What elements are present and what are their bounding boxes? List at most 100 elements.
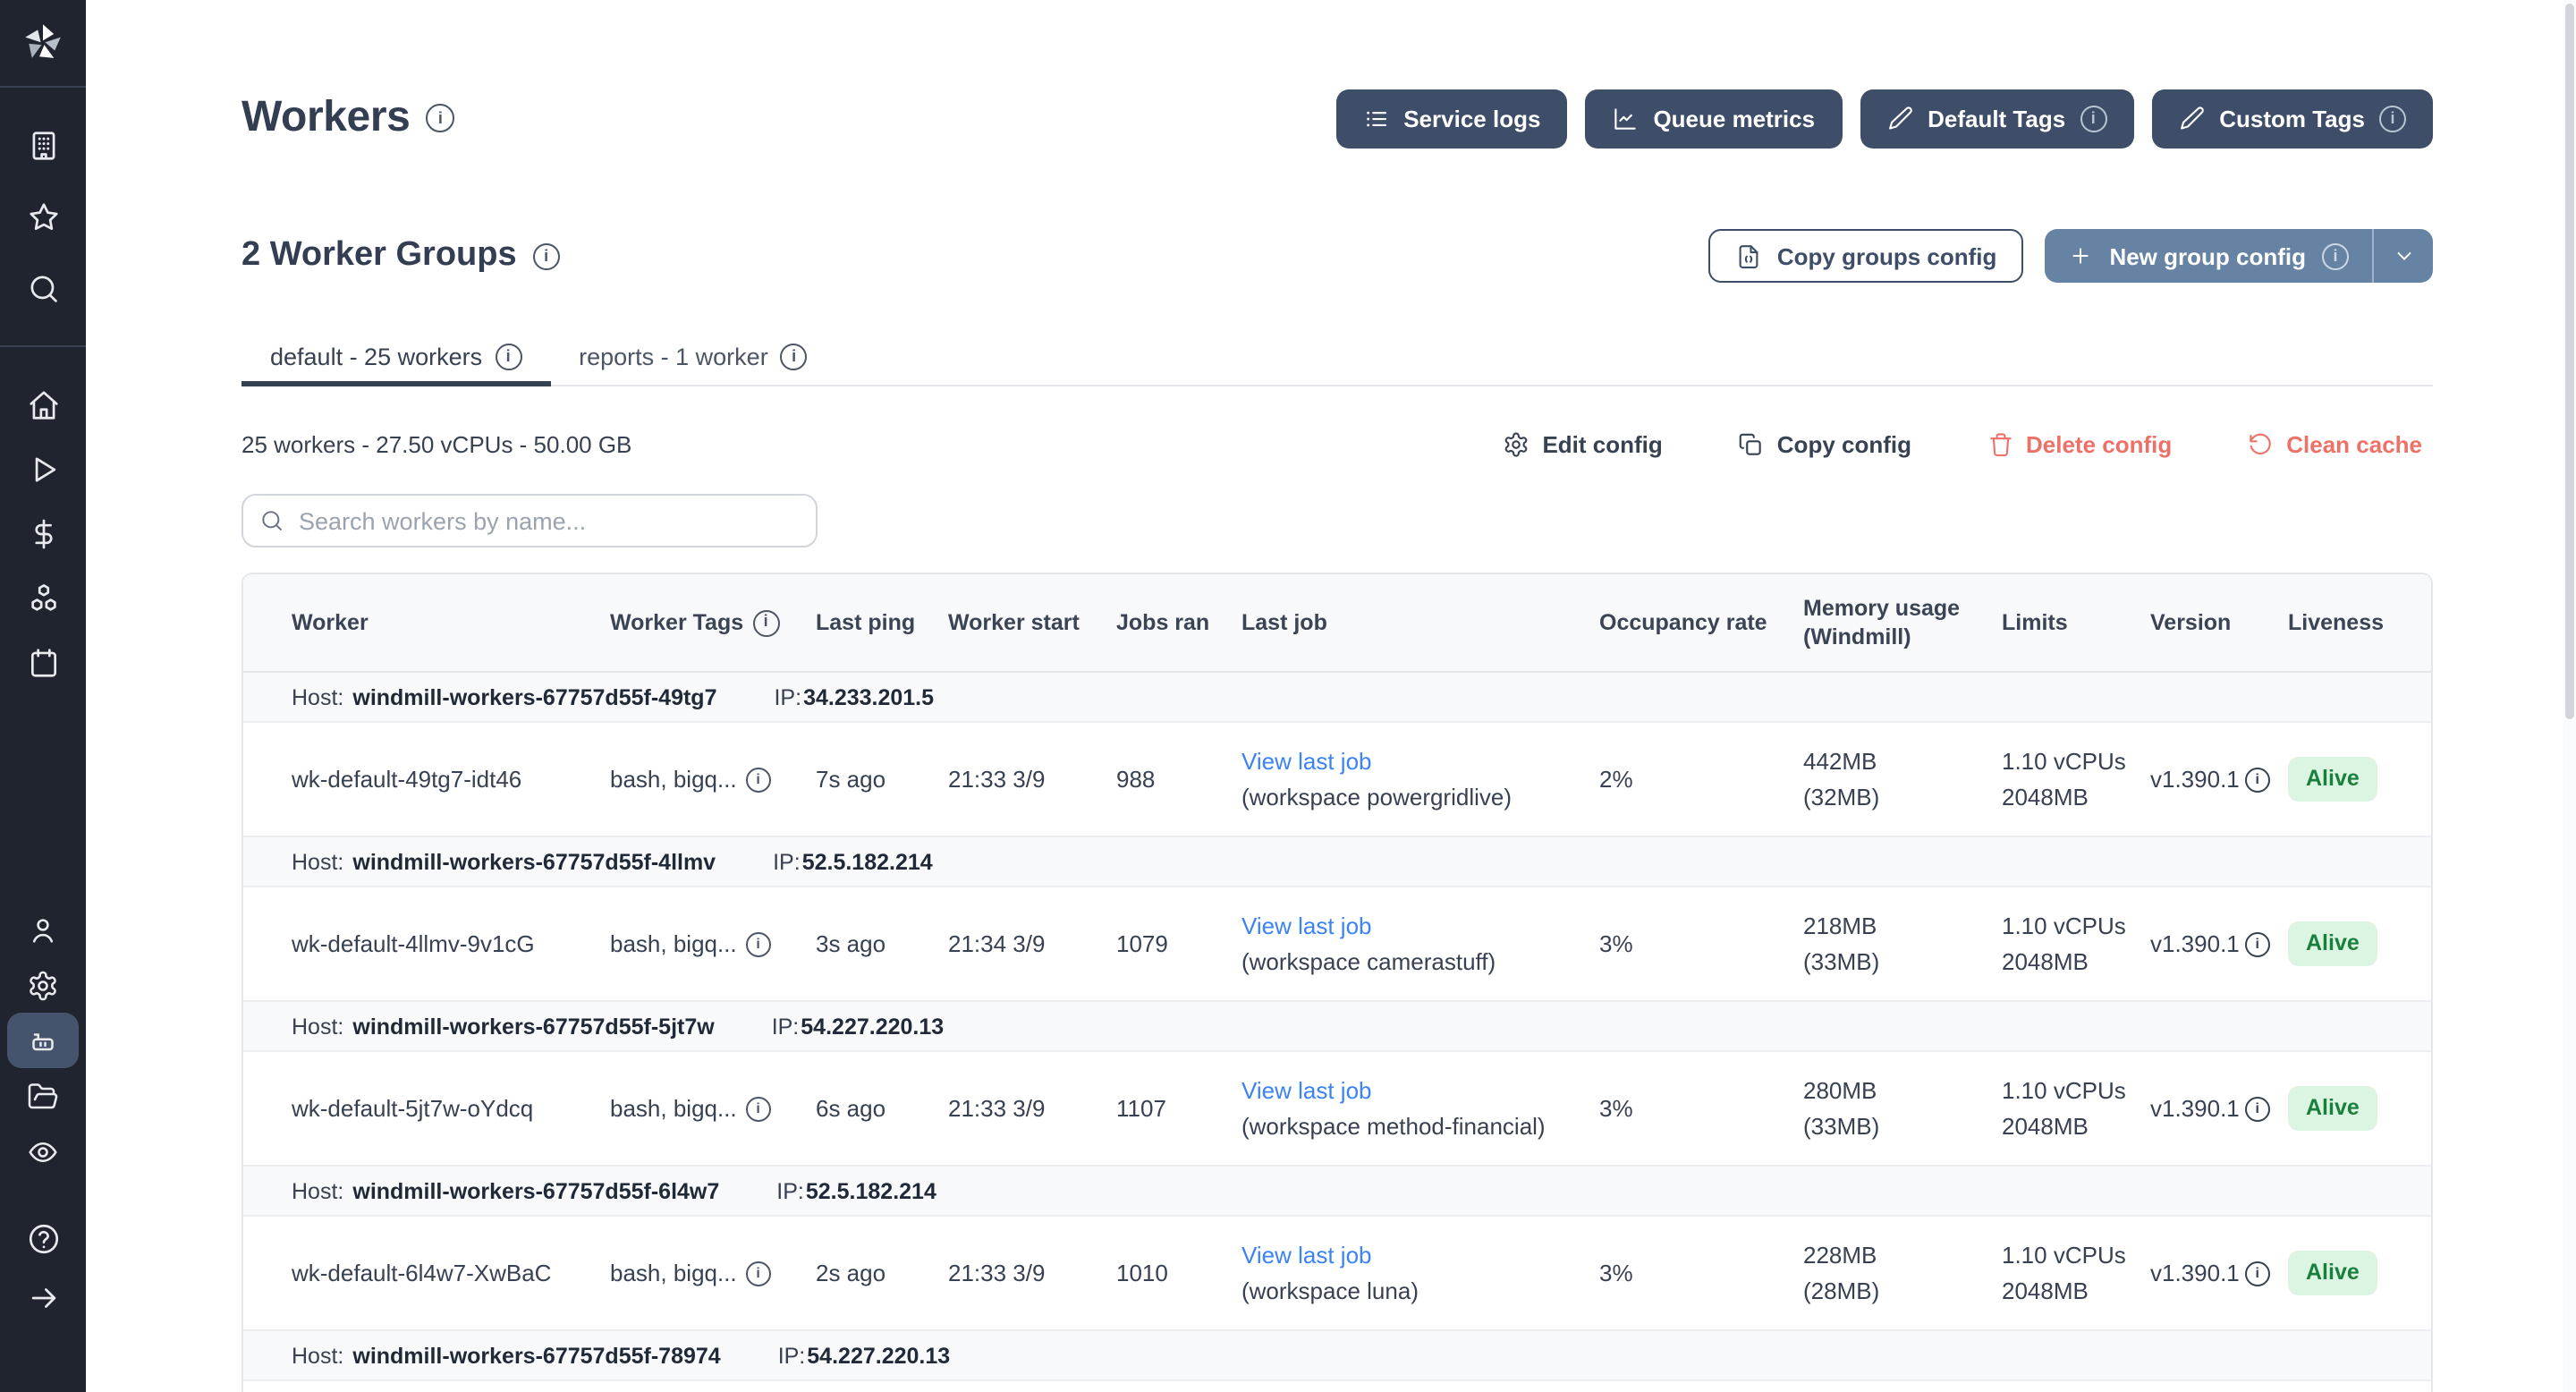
memory-usage-cell: 228MB (28MB) [1803, 1238, 2002, 1308]
info-icon[interactable] [2245, 767, 2270, 792]
host-label: Host: [292, 684, 343, 709]
file-code-icon [1736, 242, 1763, 269]
clean-cache-button[interactable]: Clean cache [2236, 429, 2433, 459]
sidebar-item-workers[interactable] [0, 1013, 86, 1068]
info-icon[interactable] [2245, 931, 2270, 956]
sidebar-item-variables[interactable] [0, 501, 86, 565]
sidebar-item-folders[interactable] [0, 1068, 86, 1124]
pen-icon [1886, 105, 1913, 132]
new-group-config-button[interactable]: New group config [2045, 229, 2372, 283]
version-cell: v1.390.1 [2150, 762, 2288, 797]
sidebar-item-help[interactable] [0, 1210, 86, 1269]
version-cell: v1.390.1 [2150, 1256, 2288, 1291]
copy-config-button[interactable]: Copy config [1727, 429, 1922, 459]
new-group-config-caret[interactable] [2374, 229, 2433, 283]
info-icon[interactable] [746, 931, 771, 956]
worker-group-tabs: default - 25 workers reports - 1 worker [242, 333, 2433, 386]
sidebar-item-favorites[interactable] [0, 181, 86, 252]
search-input[interactable] [242, 494, 818, 547]
last-job-cell: View last job (workspace method-financia… [1241, 1074, 1599, 1143]
last-job-workspace: (workspace powergridlive) [1241, 779, 1585, 814]
info-icon[interactable] [2379, 105, 2406, 132]
view-last-job-link[interactable]: View last job [1241, 1242, 1372, 1269]
list-icon [1362, 105, 1389, 132]
service-logs-button[interactable]: Service logs [1335, 89, 1567, 148]
info-icon[interactable] [2245, 1096, 2270, 1121]
user-icon [27, 913, 59, 946]
sidebar-item-resources[interactable] [0, 565, 86, 630]
copy-icon [1738, 430, 1765, 457]
sidebar-item-settings[interactable] [0, 957, 86, 1013]
ip-value: 34.233.201.5 [803, 684, 934, 709]
info-icon[interactable] [2245, 1260, 2270, 1286]
delete-config-button[interactable]: Delete config [1976, 429, 2182, 459]
info-icon[interactable] [746, 767, 771, 792]
col-worker-tags: Worker Tags [610, 608, 816, 638]
ip-value: 54.227.220.13 [807, 1343, 950, 1368]
info-icon[interactable] [781, 344, 808, 370]
host-row: Host: windmill-workers-67757d55f-4llmv I… [243, 837, 2431, 887]
worker-start: 21:33 3/9 [948, 1091, 1116, 1126]
worker-row: wk-default-5jt7w-oYdcq bash, bigq... 6s … [243, 1052, 2431, 1167]
edit-config-button[interactable]: Edit config [1492, 429, 1673, 459]
col-limits: Limits [2002, 608, 2150, 638]
workers-info-icon[interactable] [426, 104, 454, 132]
windmill-logo-icon [20, 20, 66, 66]
col-worker: Worker [243, 608, 610, 638]
liveness-badge: Alive [2288, 1251, 2377, 1295]
view-last-job-link[interactable]: View last job [1241, 912, 1372, 939]
windmill-logo[interactable] [0, 0, 86, 86]
copy-groups-config-button[interactable]: Copy groups config [1709, 229, 2024, 283]
page-scrollbar[interactable] [2563, 0, 2576, 1392]
custom-tags-button[interactable]: Custom Tags [2151, 89, 2433, 148]
search-icon [26, 271, 60, 305]
group-summary: 25 workers - 27.50 vCPUs - 50.00 GB [242, 430, 631, 457]
view-last-job-link[interactable]: View last job [1241, 1077, 1372, 1104]
page-title: Workers [242, 93, 410, 143]
worker-tags: bash, bigq... [610, 1091, 737, 1126]
col-jobs-ran: Jobs ran [1116, 608, 1241, 638]
tab-reports[interactable]: reports - 1 worker [550, 333, 836, 386]
help-circle-icon [26, 1222, 60, 1256]
sidebar-collapse-toggle[interactable] [0, 1269, 86, 1328]
scrollbar-thumb[interactable] [2565, 4, 2574, 719]
sidebar-item-runs[interactable] [0, 437, 86, 501]
sidebar-item-schedules[interactable] [0, 630, 86, 694]
sidebar-item-home[interactable] [0, 372, 86, 437]
queue-metrics-button[interactable]: Queue metrics [1585, 89, 1842, 148]
info-icon[interactable] [746, 1096, 771, 1121]
col-version: Version [2150, 608, 2288, 638]
main-content: Workers Service logs Queue metrics [86, 0, 2576, 1392]
info-icon[interactable] [495, 344, 521, 370]
gear-icon [1503, 430, 1530, 457]
jobs-ran: 1107 [1116, 1091, 1241, 1126]
tab-default[interactable]: default - 25 workers [242, 333, 550, 386]
jobs-ran: 1010 [1116, 1256, 1241, 1291]
view-last-job-link[interactable]: View last job [1241, 748, 1372, 775]
ip-label: IP: [778, 1343, 806, 1368]
worker-start: 21:34 3/9 [948, 927, 1116, 962]
default-tags-button[interactable]: Default Tags [1860, 89, 2133, 148]
info-icon[interactable] [746, 1260, 771, 1286]
info-icon[interactable] [2080, 105, 2106, 132]
home-icon [26, 387, 60, 421]
last-ping: 6s ago [816, 1091, 948, 1126]
sidebar-item-search[interactable] [0, 252, 86, 324]
info-icon[interactable] [752, 609, 779, 636]
info-icon[interactable] [2322, 242, 2349, 269]
sidebar-item-users[interactable] [0, 902, 86, 957]
worker-name: wk-default-5jt7w-oYdcq [243, 1091, 610, 1126]
col-occupancy-rate: Occupancy rate [1599, 608, 1803, 638]
boxes-icon [26, 581, 60, 615]
sidebar-item-workspaces[interactable] [0, 109, 86, 181]
host-label: Host: [292, 1014, 343, 1039]
limits-cell: 1.10 vCPUs 2048MB [2002, 909, 2150, 979]
memory-usage-cell: 280MB (33MB) [1803, 1074, 2002, 1143]
last-job-workspace: (workspace luna) [1241, 1273, 1585, 1308]
worker-row: wk-default-4llmv-9v1cG bash, bigq... 3s … [243, 887, 2431, 1002]
occupancy-rate: 3% [1599, 1256, 1803, 1291]
sidebar-item-audit-logs[interactable] [0, 1124, 86, 1179]
play-icon [26, 452, 60, 486]
worker-groups-info-icon[interactable] [533, 242, 560, 269]
occupancy-rate: 3% [1599, 1091, 1803, 1126]
